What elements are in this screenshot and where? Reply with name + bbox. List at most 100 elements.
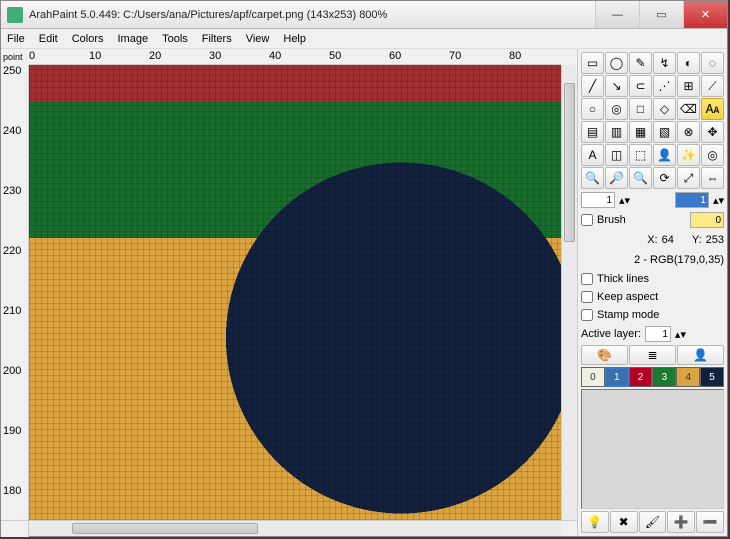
- palette-swatch-4[interactable]: 4: [676, 367, 700, 387]
- tool-button-0[interactable]: ▭: [581, 52, 604, 74]
- tool-button-24[interactable]: A: [581, 144, 604, 166]
- tool-button-7[interactable]: ↘: [605, 75, 628, 97]
- tool-button-32[interactable]: 🔍: [629, 167, 652, 189]
- cursor-y: 253: [706, 234, 724, 246]
- stamp-mode-label: Stamp mode: [597, 309, 659, 321]
- tool-button-6[interactable]: ╱: [581, 75, 604, 97]
- tool-button-18[interactable]: ▤: [581, 121, 604, 143]
- menu-bar: File Edit Colors Image Tools Filters View Help: [1, 29, 727, 49]
- tool-button-34[interactable]: ⤢: [677, 167, 700, 189]
- tool-grid: ▭◯✎↯◐◌╱↘⊂⋰⊞⟋○◎□◇⌫🗛▤▥▦▧⊗✥A◫⬚👤✨◎🔍🔎🔍⟳⤢⇔: [581, 52, 724, 189]
- tool-button-28[interactable]: ✨: [677, 144, 700, 166]
- pixel-grid: [29, 65, 561, 520]
- cursor-x: 64: [662, 234, 674, 246]
- tool-button-23[interactable]: ✥: [701, 121, 724, 143]
- menu-colors[interactable]: Colors: [72, 33, 104, 45]
- scrollbar-vertical[interactable]: [561, 65, 577, 520]
- scrollbar-thumb-v[interactable]: [564, 83, 575, 242]
- tool-button-29[interactable]: ◎: [701, 144, 724, 166]
- color-palette: 012345: [581, 367, 724, 387]
- tool-button-22[interactable]: ⊗: [677, 121, 700, 143]
- ruler-horizontal: 0102030405060708090: [29, 49, 561, 65]
- tool-button-17[interactable]: 🗛: [701, 98, 724, 120]
- tool-button-16[interactable]: ⌫: [677, 98, 700, 120]
- canvas[interactable]: [29, 65, 561, 520]
- cursor-y-label: Y:: [692, 234, 702, 246]
- palette-swatch-2[interactable]: 2: [629, 367, 653, 387]
- app-icon: [7, 7, 23, 23]
- tool-button-20[interactable]: ▦: [629, 121, 652, 143]
- tool-button-5[interactable]: ◌: [701, 52, 724, 74]
- brush-label: Brush: [597, 214, 626, 226]
- tool-button-14[interactable]: □: [629, 98, 652, 120]
- bottom-button-4[interactable]: ➖: [696, 511, 724, 533]
- tool-button-35[interactable]: ⇔: [701, 167, 724, 189]
- palette-swatch-0[interactable]: 0: [581, 367, 605, 387]
- app-window: ArahPaint 5.0.449: C:/Users/ana/Pictures…: [0, 0, 728, 537]
- tool-button-19[interactable]: ▥: [605, 121, 628, 143]
- cursor-x-label: X:: [647, 234, 657, 246]
- tool-button-30[interactable]: 🔍: [581, 167, 604, 189]
- palette-tab-user[interactable]: 👤: [677, 345, 724, 365]
- tool-panel: ▭◯✎↯◐◌╱↘⊂⋰⊞⟋○◎□◇⌫🗛▤▥▦▧⊗✥A◫⬚👤✨◎🔍🔎🔍⟳⤢⇔ ▴▾ …: [577, 49, 727, 536]
- menu-filters[interactable]: Filters: [202, 33, 232, 45]
- tool-button-8[interactable]: ⊂: [629, 75, 652, 97]
- ruler-vertical: 250240230220210200190180: [1, 65, 29, 520]
- palette-swatch-1[interactable]: 1: [605, 367, 629, 387]
- window-title: ArahPaint 5.0.449: C:/Users/ana/Pictures…: [29, 9, 595, 21]
- minimize-button[interactable]: —: [595, 1, 639, 28]
- menu-file[interactable]: File: [7, 33, 25, 45]
- menu-tools[interactable]: Tools: [162, 33, 188, 45]
- bottom-button-3[interactable]: ➕: [667, 511, 695, 533]
- tool-button-11[interactable]: ⟋: [701, 75, 724, 97]
- thick-lines-checkbox[interactable]: [581, 273, 593, 285]
- size-input-right[interactable]: [675, 192, 709, 208]
- spinner-icon[interactable]: ▴▾: [675, 328, 686, 341]
- stamp-mode-checkbox[interactable]: [581, 309, 593, 321]
- preview-area: [581, 389, 724, 509]
- title-bar: ArahPaint 5.0.449: C:/Users/ana/Pictures…: [1, 1, 727, 29]
- scrollbar-horizontal[interactable]: [29, 521, 561, 536]
- menu-edit[interactable]: Edit: [39, 33, 58, 45]
- tool-button-33[interactable]: ⟳: [653, 167, 676, 189]
- tool-button-31[interactable]: 🔎: [605, 167, 628, 189]
- color-info: 2 - RGB(179,0,35): [634, 254, 724, 266]
- keep-aspect-label: Keep aspect: [597, 291, 658, 303]
- palette-swatch-5[interactable]: 5: [700, 367, 724, 387]
- tool-button-12[interactable]: ○: [581, 98, 604, 120]
- active-layer-label: Active layer:: [581, 328, 641, 340]
- spinner-icon[interactable]: ▴▾: [619, 194, 630, 207]
- tool-button-9[interactable]: ⋰: [653, 75, 676, 97]
- brush-checkbox[interactable]: [581, 214, 593, 226]
- ruler-unit-label: point: [1, 49, 29, 65]
- tool-button-13[interactable]: ◎: [605, 98, 628, 120]
- tool-button-15[interactable]: ◇: [653, 98, 676, 120]
- keep-aspect-checkbox[interactable]: [581, 291, 593, 303]
- brush-value[interactable]: [690, 212, 724, 228]
- tool-button-21[interactable]: ▧: [653, 121, 676, 143]
- maximize-button[interactable]: ▭: [639, 1, 683, 28]
- tool-button-2[interactable]: ✎: [629, 52, 652, 74]
- bottom-button-1[interactable]: ✖: [610, 511, 638, 533]
- menu-help[interactable]: Help: [283, 33, 306, 45]
- tool-button-25[interactable]: ◫: [605, 144, 628, 166]
- palette-swatch-3[interactable]: 3: [652, 367, 676, 387]
- menu-view[interactable]: View: [246, 33, 270, 45]
- close-button[interactable]: ✕: [683, 1, 727, 28]
- spinner-icon[interactable]: ▴▾: [713, 194, 724, 207]
- tool-button-10[interactable]: ⊞: [677, 75, 700, 97]
- tool-button-26[interactable]: ⬚: [629, 144, 652, 166]
- tool-button-4[interactable]: ◐: [677, 52, 700, 74]
- tool-button-27[interactable]: 👤: [653, 144, 676, 166]
- palette-tab-colors[interactable]: 🎨: [581, 345, 628, 365]
- thick-lines-label: Thick lines: [597, 273, 649, 285]
- bottom-button-0[interactable]: 💡: [581, 511, 609, 533]
- bottom-button-2[interactable]: 🖌: [639, 511, 667, 533]
- tool-button-1[interactable]: ◯: [605, 52, 628, 74]
- scrollbar-thumb-h[interactable]: [72, 523, 258, 534]
- menu-image[interactable]: Image: [118, 33, 149, 45]
- size-input-left[interactable]: [581, 192, 615, 208]
- tool-button-3[interactable]: ↯: [653, 52, 676, 74]
- palette-tab-layers[interactable]: ≣: [629, 345, 676, 365]
- active-layer-input[interactable]: [645, 326, 671, 342]
